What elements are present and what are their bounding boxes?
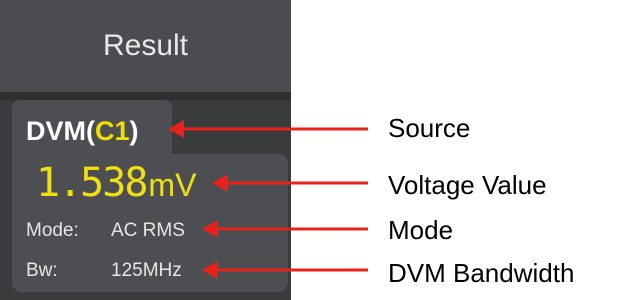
source-callout: Source bbox=[388, 113, 471, 143]
callout-arrows bbox=[168, 120, 368, 279]
mode-callout: Mode bbox=[388, 215, 454, 245]
bandwidth-callout: DVM Bandwidth bbox=[388, 258, 575, 288]
voltage-arrow bbox=[212, 174, 368, 192]
mode-arrow bbox=[202, 220, 368, 238]
voltage-callout: Voltage Value bbox=[388, 170, 547, 200]
source-arrow bbox=[168, 120, 368, 138]
bandwidth-arrow bbox=[202, 261, 368, 279]
